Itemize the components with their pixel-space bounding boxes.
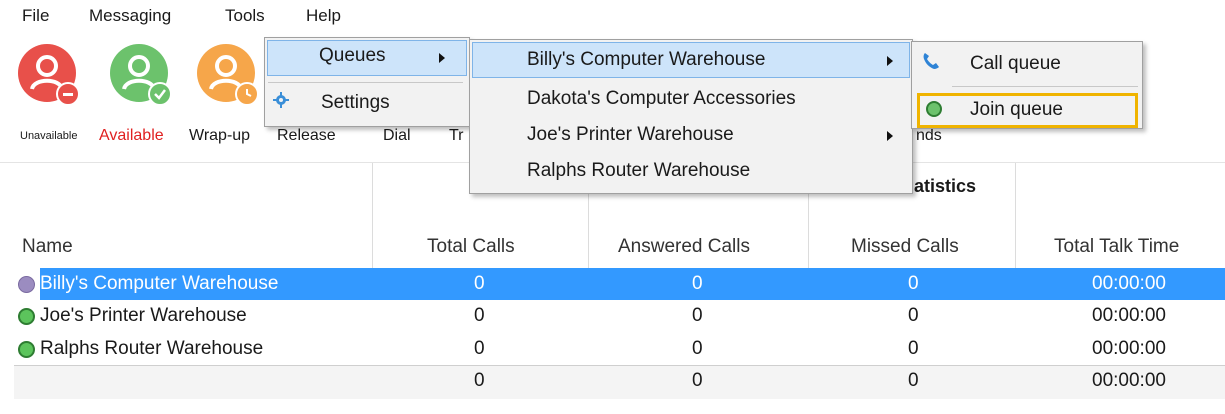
column-header-answered-calls[interactable]: Answered Calls	[618, 236, 750, 258]
totals-answered-calls: 0	[692, 370, 703, 391]
wrapup-label: Wrap-up	[189, 127, 251, 144]
menu-item-queue[interactable]: Dakota's Computer Accessories	[527, 88, 796, 110]
menu-messaging[interactable]: Messaging	[89, 6, 171, 26]
unavailable-label: Unavailable	[20, 130, 78, 142]
submenu-arrow-icon	[887, 56, 893, 66]
available-dot-icon	[926, 101, 942, 117]
row-talk-time: 00:00:00	[1092, 338, 1166, 359]
submenu-arrow-icon	[439, 53, 445, 63]
column-header-name[interactable]: Name	[22, 236, 73, 258]
row-queue-name: Ralphs Router Warehouse	[40, 338, 264, 359]
menu-item-queue[interactable]: Joe's Printer Warehouse	[527, 124, 734, 146]
column-divider	[372, 163, 373, 268]
row-total-calls: 0	[474, 338, 485, 359]
menu-item-join-queue[interactable]: Join queue	[970, 99, 1063, 121]
commands-button[interactable]: nds	[916, 127, 942, 145]
phone-icon	[921, 51, 941, 71]
status-dot-icon	[18, 341, 35, 358]
row-queue-name: Billy's Computer Warehouse	[40, 273, 279, 294]
minus-badge-icon	[56, 82, 80, 106]
menu-file[interactable]: File	[22, 6, 49, 26]
menu-item-queue[interactable]: Billy's Computer Warehouse	[527, 49, 765, 71]
status-dot-icon	[18, 276, 35, 293]
unavailable-status-button[interactable]	[18, 44, 80, 106]
totals-missed-calls: 0	[908, 370, 919, 391]
totals-total-calls: 0	[474, 370, 485, 391]
column-header-total-talk-time[interactable]: Total Talk Time	[1054, 236, 1179, 258]
menu-bar: File Messaging Tools Help	[0, 0, 1225, 26]
menu-item-call-queue[interactable]: Call queue	[970, 53, 1061, 75]
menu-item-queues[interactable]: Queues	[319, 45, 386, 67]
transfer-button[interactable]: Tr	[449, 127, 464, 145]
row-talk-time: 00:00:00	[1092, 305, 1166, 326]
submenu-arrow-icon	[887, 131, 893, 141]
status-dot-icon	[18, 308, 35, 325]
row-missed-calls: 0	[908, 273, 919, 294]
menu-tools[interactable]: Tools	[225, 6, 265, 26]
dial-button[interactable]: Dial	[383, 127, 411, 145]
menu-item-settings[interactable]: Settings	[321, 92, 390, 114]
clock-badge-icon	[235, 82, 259, 106]
check-badge-icon	[148, 82, 172, 106]
row-total-calls: 0	[474, 273, 485, 294]
row-queue-name: Joe's Printer Warehouse	[40, 305, 247, 326]
available-status-button[interactable]	[110, 44, 172, 106]
column-header-missed-calls[interactable]: Missed Calls	[851, 236, 959, 258]
totals-row	[14, 365, 1225, 399]
statistics-group-header: atistics	[914, 176, 977, 196]
row-answered-calls: 0	[692, 305, 703, 326]
available-label: Available	[99, 127, 164, 144]
row-answered-calls: 0	[692, 273, 703, 294]
row-answered-calls: 0	[692, 338, 703, 359]
row-talk-time: 00:00:00	[1092, 273, 1166, 294]
menu-item-queue[interactable]: Ralphs Router Warehouse	[527, 160, 750, 182]
row-total-calls: 0	[474, 305, 485, 326]
column-header-total-calls[interactable]: Total Calls	[427, 236, 515, 258]
row-missed-calls: 0	[908, 305, 919, 326]
totals-talk-time: 00:00:00	[1092, 370, 1166, 391]
menu-help[interactable]: Help	[306, 6, 341, 26]
wrapup-status-button[interactable]	[197, 44, 259, 106]
row-missed-calls: 0	[908, 338, 919, 359]
release-button[interactable]: Release	[277, 127, 336, 145]
column-divider	[1015, 163, 1016, 268]
gear-icon	[273, 92, 289, 108]
